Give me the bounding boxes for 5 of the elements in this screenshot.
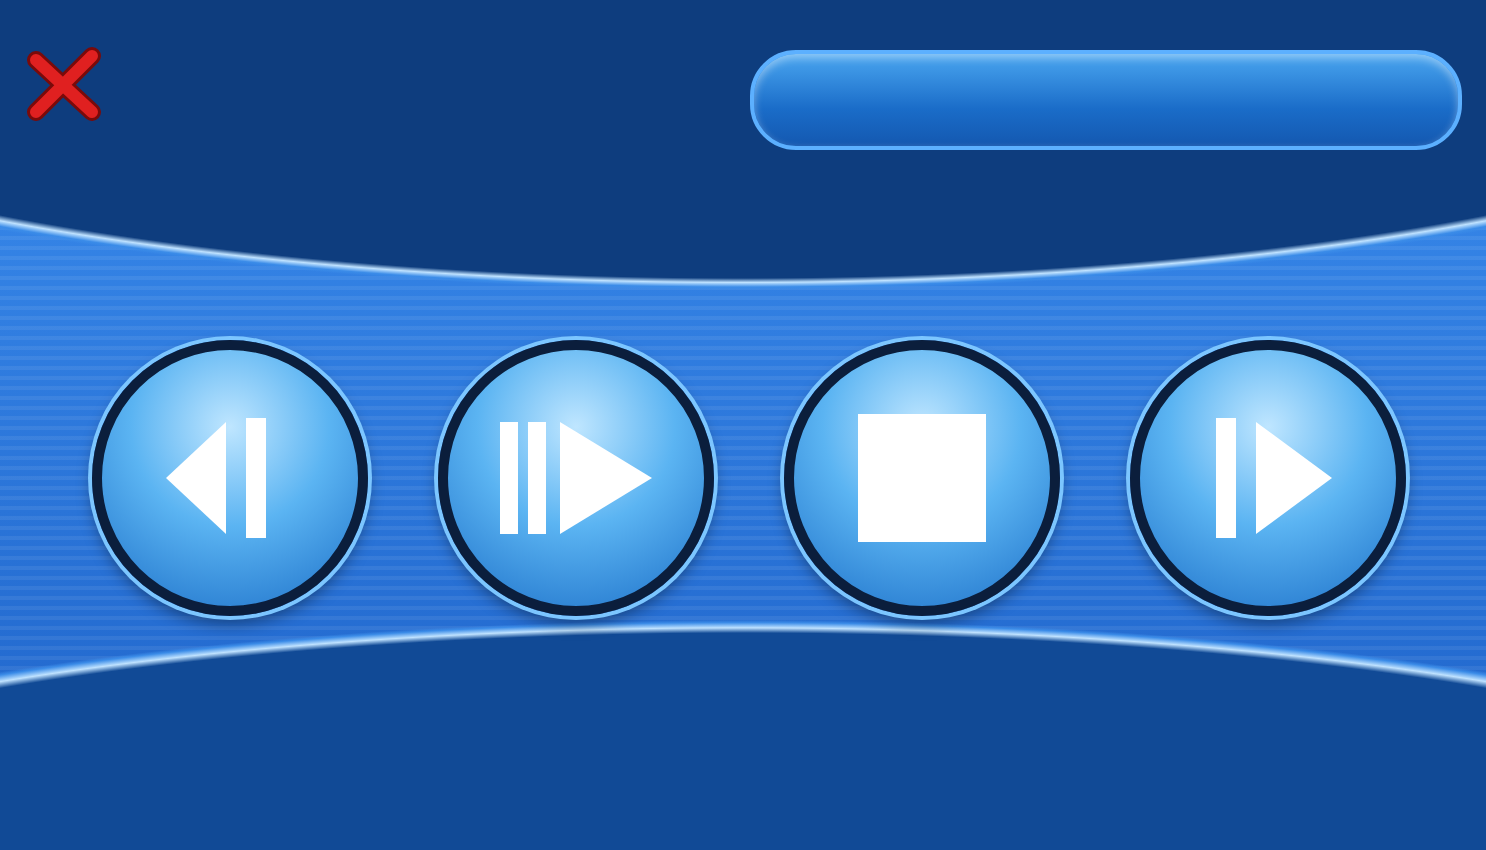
skip-forward-icon: [1216, 418, 1332, 538]
close-button[interactable]: [24, 44, 104, 124]
play-pause-icon: [500, 422, 652, 534]
stop-icon: [858, 414, 986, 542]
skip-back-icon: [166, 418, 266, 538]
